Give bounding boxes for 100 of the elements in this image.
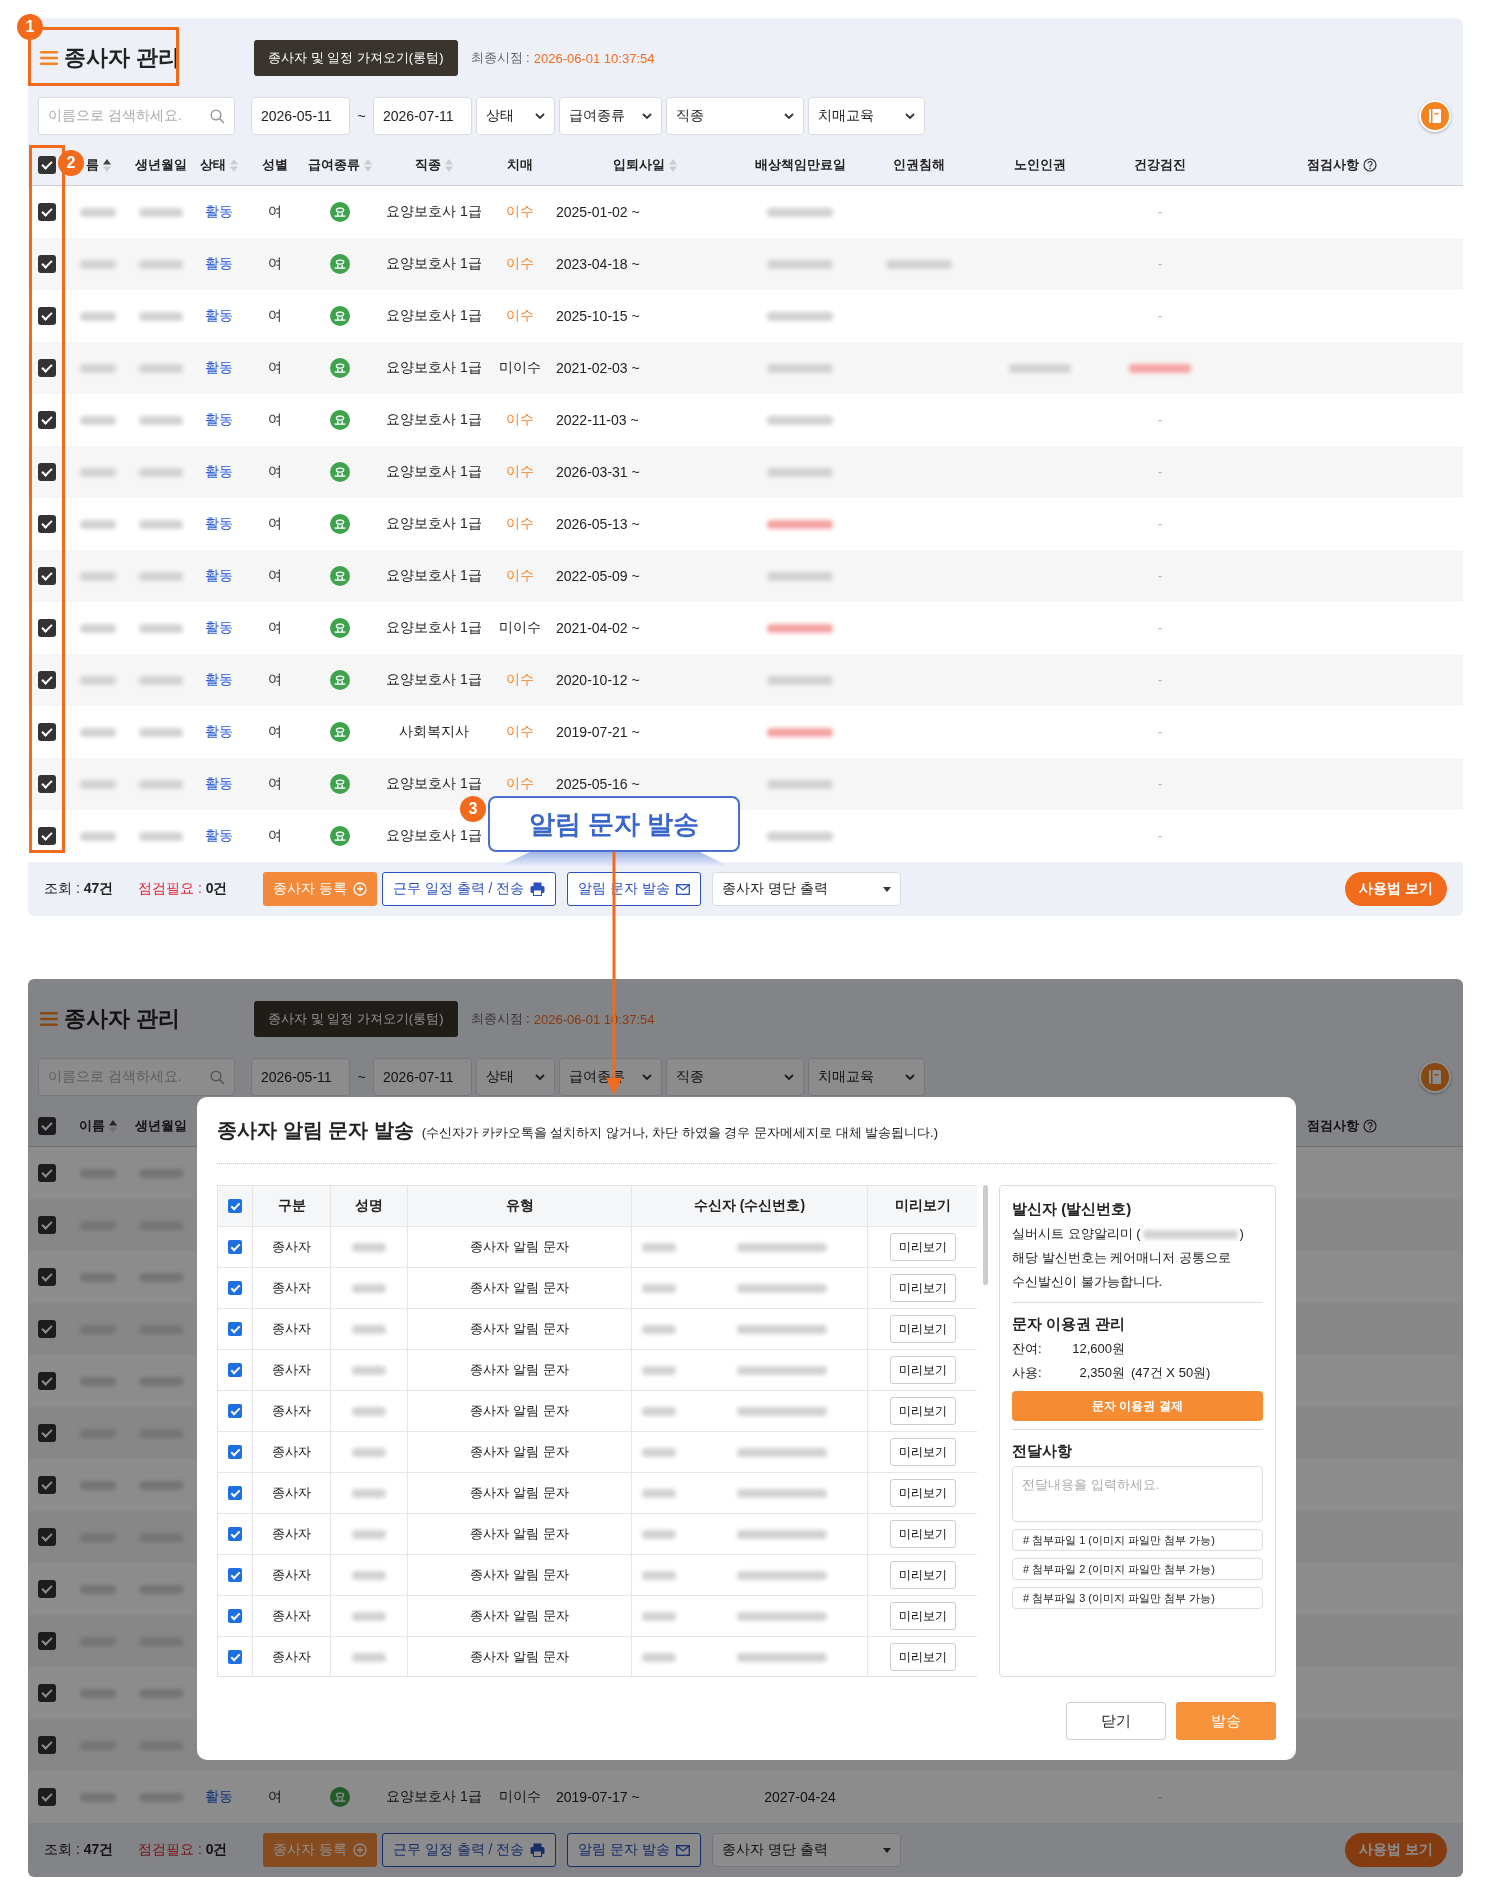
export-dropdown[interactable]: 종사자 명단 출력 xyxy=(712,1833,902,1867)
checkbox[interactable] xyxy=(38,411,56,429)
help-icon[interactable] xyxy=(1362,1119,1377,1133)
checkbox[interactable] xyxy=(38,463,56,481)
column-header[interactable]: 이름 xyxy=(79,1117,105,1135)
checkbox[interactable] xyxy=(228,1363,242,1377)
preview-button[interactable]: 미리보기 xyxy=(889,1602,956,1630)
column-header[interactable]: 점검사항 xyxy=(1306,1117,1359,1135)
help-icon[interactable] xyxy=(1362,158,1377,172)
column-header[interactable]: 입퇴사일 xyxy=(613,156,665,174)
checkbox[interactable] xyxy=(38,1788,56,1806)
filter-dropdown[interactable]: 급여종류 xyxy=(559,97,662,135)
preview-button[interactable]: 미리보기 xyxy=(889,1315,956,1343)
message-field[interactable]: 전달내용을 입력하세요. xyxy=(1011,1466,1263,1522)
column-header[interactable]: 점검사항 xyxy=(1306,156,1359,174)
column-header[interactable]: 성별 xyxy=(262,156,288,174)
checkbox[interactable] xyxy=(38,1528,56,1546)
guide-button[interactable] xyxy=(1419,100,1451,132)
checkbox[interactable] xyxy=(228,1445,242,1459)
checkbox[interactable] xyxy=(228,1404,242,1418)
date-field[interactable]: 2026-05-11 xyxy=(251,97,350,135)
filter-dropdown[interactable]: 상태 xyxy=(476,1058,555,1096)
checkbox[interactable] xyxy=(38,255,56,273)
checkbox[interactable] xyxy=(38,1476,56,1494)
checkbox[interactable] xyxy=(38,1684,56,1702)
date-field[interactable]: 2026-07-11 xyxy=(373,1058,472,1096)
checkbox[interactable] xyxy=(38,723,56,741)
checkbox[interactable] xyxy=(228,1240,242,1254)
checkbox[interactable] xyxy=(228,1281,242,1295)
date-field[interactable]: 2026-07-11 xyxy=(373,97,472,135)
training-status: 이수 xyxy=(506,255,534,273)
checkbox[interactable] xyxy=(228,1486,242,1500)
date-field[interactable]: 2026-05-11 xyxy=(251,1058,350,1096)
checkbox[interactable] xyxy=(38,1580,56,1598)
checkbox[interactable] xyxy=(38,307,56,325)
preview-button[interactable]: 미리보기 xyxy=(889,1520,956,1548)
export-dropdown[interactable]: 종사자 명단 출력 xyxy=(712,872,902,906)
schedule-print-button[interactable]: 근무 일정 출력 / 전송 xyxy=(381,1833,557,1867)
checkbox[interactable] xyxy=(38,827,56,845)
attachment-field[interactable]: # 첨부파일 2 (이미지 파일만 첨부 가능) xyxy=(1011,1558,1263,1580)
checkbox[interactable] xyxy=(228,1322,242,1336)
training-status: 이수 xyxy=(506,515,534,533)
checkbox[interactable] xyxy=(38,515,56,533)
checkbox[interactable] xyxy=(38,775,56,793)
table-cell: 요양보호사 1급 xyxy=(386,255,482,273)
checkbox[interactable] xyxy=(38,156,56,174)
checkbox[interactable] xyxy=(38,1372,56,1390)
close-button[interactable]: 닫기 xyxy=(1066,1702,1166,1740)
preview-button[interactable]: 미리보기 xyxy=(889,1643,956,1671)
attachment-field[interactable]: # 첨부파일 3 (이미지 파일만 첨부 가능) xyxy=(1011,1587,1263,1609)
sort-icon[interactable] xyxy=(102,158,111,172)
column-header[interactable]: 름 xyxy=(85,156,99,174)
checkbox[interactable] xyxy=(38,1632,56,1650)
column-header[interactable]: 생년월일 xyxy=(135,1117,187,1135)
preview-button[interactable]: 미리보기 xyxy=(889,1479,956,1507)
scrollbar-thumb[interactable] xyxy=(983,1185,989,1285)
column-header[interactable]: 배상책임만료일 xyxy=(754,156,846,174)
column-header[interactable]: 상태 xyxy=(200,156,226,174)
checkbox[interactable] xyxy=(38,1117,56,1135)
checkbox[interactable] xyxy=(228,1527,242,1541)
send-sms-button[interactable]: 알림 문자 발송 xyxy=(567,1833,702,1867)
checkbox[interactable] xyxy=(38,567,56,585)
schedule-print-button[interactable]: 근무 일정 출력 / 전송 xyxy=(381,872,557,906)
checkbox[interactable] xyxy=(38,359,56,377)
training-status: 이수 xyxy=(506,723,534,741)
column-header[interactable]: 노인인권 xyxy=(1014,156,1066,174)
attachment-field[interactable]: # 첨부파일 1 (이미지 파일만 첨부 가능) xyxy=(1011,1529,1263,1551)
checkbox[interactable] xyxy=(38,671,56,689)
column-header[interactable]: 인권침해 xyxy=(893,156,945,174)
checkbox[interactable] xyxy=(38,203,56,221)
column-header[interactable]: 치매 xyxy=(507,156,533,174)
filter-dropdown[interactable]: 직종 xyxy=(666,1058,804,1096)
import-button[interactable]: 종사자 및 일정 가져오기(롱텀) xyxy=(254,40,458,76)
checkbox[interactable] xyxy=(228,1568,242,1582)
checkbox[interactable] xyxy=(38,1424,56,1442)
filter-dropdown[interactable]: 직종 xyxy=(666,97,804,135)
checkbox[interactable] xyxy=(38,1216,56,1234)
column-header[interactable]: 급여종류 xyxy=(308,156,360,174)
column-header[interactable]: 직종 xyxy=(415,156,441,174)
checkbox[interactable] xyxy=(38,1268,56,1286)
preview-button[interactable]: 미리보기 xyxy=(889,1561,956,1589)
checkbox[interactable] xyxy=(38,1736,56,1754)
checkbox[interactable] xyxy=(228,1199,242,1213)
filter-dropdown[interactable]: 치매교육 xyxy=(808,1058,925,1096)
preview-button[interactable]: 미리보기 xyxy=(889,1233,956,1261)
checkbox[interactable] xyxy=(228,1609,242,1623)
filter-dropdown[interactable]: 치매교육 xyxy=(808,97,925,135)
sort-icon[interactable] xyxy=(109,1119,117,1133)
column-header[interactable]: 생년월일 xyxy=(135,156,187,174)
checkbox[interactable] xyxy=(228,1650,242,1664)
checkbox[interactable] xyxy=(38,1320,56,1338)
checkbox[interactable] xyxy=(38,1164,56,1182)
checkbox[interactable] xyxy=(38,619,56,637)
preview-button[interactable]: 미리보기 xyxy=(889,1356,956,1384)
preview-button[interactable]: 미리보기 xyxy=(889,1274,956,1302)
preview-button[interactable]: 미리보기 xyxy=(889,1397,956,1425)
column-header[interactable]: 건강검진 xyxy=(1134,156,1186,174)
import-button[interactable]: 종사자 및 일정 가져오기(롱텀) xyxy=(254,1001,458,1037)
preview-button[interactable]: 미리보기 xyxy=(889,1438,956,1466)
filter-dropdown[interactable]: 상태 xyxy=(476,97,555,135)
